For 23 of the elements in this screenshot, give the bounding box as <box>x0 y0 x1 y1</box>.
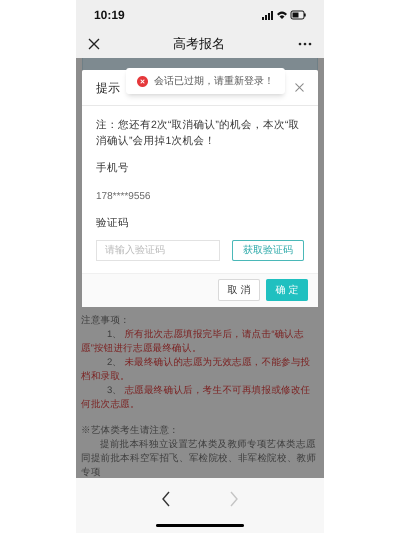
art-notes-heading: ※艺体类考生请注意： <box>81 424 180 438</box>
confirm-button[interactable]: 确 定 <box>266 279 308 301</box>
toast-message: 会话已过期，请重新登录！ <box>154 74 274 88</box>
cancel-button[interactable]: 取 消 <box>218 279 260 301</box>
status-time: 10:19 <box>94 7 125 24</box>
page-title: 高考报名 <box>173 35 225 54</box>
get-code-button[interactable]: 获取验证码 <box>232 240 304 260</box>
notes-item: 1、 所有批次志愿填报完毕后，请点击“确认志愿”按钮进行志愿最终确认。 <box>81 328 305 356</box>
more-icon[interactable] <box>298 42 312 46</box>
close-icon[interactable] <box>88 38 100 50</box>
art-notes-paragraph: 提前批本科独立设置艺体类及教师专项艺体类志愿同提前批本科空军招飞、军检院校、非军检院校、教师专项 <box>81 438 318 478</box>
status-icons <box>262 10 306 20</box>
dialog-note: 注：您还有2次“取消确认”的机会，本次“取消确认”会用掉1次机会！ <box>96 118 300 149</box>
code-label: 验证码 <box>96 216 130 231</box>
notes-item: 3、 志愿最终确认后，考生不可再填报或修改任何批次志愿。 <box>81 384 312 412</box>
notes-item: 2、 未最终确认的志愿为无效志愿，不能参与投档和录取。 <box>81 356 312 384</box>
phone-label: 手机号 <box>96 161 130 176</box>
phone-value: 178****9556 <box>96 190 152 204</box>
dialog-title: 提示 <box>96 80 120 96</box>
chevron-left-icon <box>161 491 171 507</box>
notes-heading: 注意事项： <box>81 314 132 328</box>
code-field[interactable]: 请输入验证码 <box>96 240 220 260</box>
chevron-right-icon <box>229 491 239 507</box>
